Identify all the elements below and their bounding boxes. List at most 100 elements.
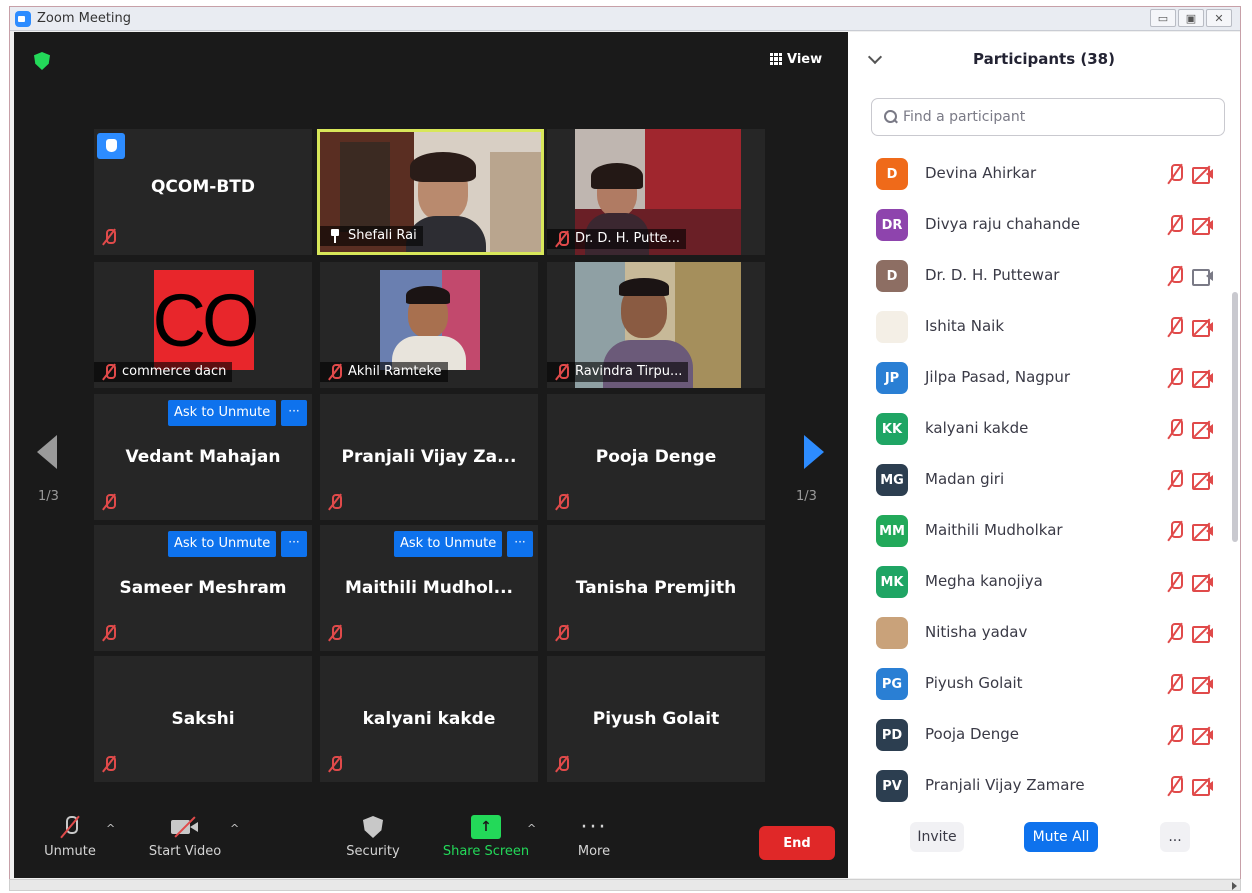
participant-row[interactable]: D Devina Ahirkar (848, 149, 1240, 200)
video-tile[interactable]: Pooja Denge (547, 394, 765, 520)
share-options-caret-icon[interactable]: ^ (527, 822, 536, 835)
security-button[interactable]: Security (344, 810, 402, 859)
video-tile[interactable]: Akhil Ramteke (320, 262, 538, 388)
meeting-toolbar: Unmute ^ Start Video ^ Security ↑ Share … (14, 800, 848, 878)
muted-mic-icon (1168, 521, 1183, 541)
tile-more-button[interactable]: ··· (507, 531, 533, 557)
participant-name: Shefali Rai (348, 228, 417, 243)
share-screen-icon: ↑ (471, 815, 501, 839)
tile-more-button[interactable]: ··· (281, 531, 307, 557)
muted-mic-icon (1168, 368, 1183, 388)
participant-name: Piyush Golait (925, 674, 1023, 692)
ask-to-unmute-button[interactable]: Ask to Unmute (168, 531, 277, 557)
participant-name: commerce dacn (122, 364, 227, 379)
share-screen-button[interactable]: ↑ Share Screen (438, 810, 534, 859)
muted-mic-icon (1168, 776, 1183, 796)
participant-row[interactable]: MK Megha kanojiya (848, 557, 1240, 608)
scroll-right-arrow-icon[interactable] (1232, 882, 1237, 890)
muted-mic-icon (1168, 215, 1183, 235)
muted-mic-icon (102, 494, 116, 510)
video-tile[interactable]: kalyani kakde (320, 656, 538, 782)
participant-row[interactable]: Ishita Naik (848, 302, 1240, 353)
participant-row[interactable]: KK kalyani kakde (848, 404, 1240, 455)
participant-name: Divya raju chahande (925, 215, 1081, 233)
participant-avatar: D (876, 158, 908, 190)
video-tile[interactable]: Dr. D. H. Putte... (547, 129, 765, 255)
previous-page-arrow-icon[interactable] (37, 435, 57, 469)
participant-row[interactable]: MM Maithili Mudholkar (848, 506, 1240, 557)
video-off-icon (1192, 624, 1214, 643)
video-tile[interactable]: Piyush Golait (547, 656, 765, 782)
next-page-arrow-icon[interactable] (804, 435, 824, 469)
more-label: More (577, 844, 611, 859)
close-icon[interactable]: ✕ (1206, 9, 1232, 27)
participant-name: Dr. D. H. Putte... (575, 231, 680, 246)
more-button[interactable]: ··· More (570, 810, 618, 860)
participant-row[interactable]: Nitisha yadav (848, 608, 1240, 659)
video-tile[interactable]: CO commerce dacn (94, 262, 312, 388)
participant-list-scrollbar[interactable] (1232, 292, 1238, 542)
video-tile[interactable]: Ask to Unmute ··· Vedant Mahajan (94, 394, 312, 520)
end-meeting-button[interactable]: End (759, 826, 835, 860)
muted-mic-icon (328, 756, 342, 772)
participants-more-button[interactable]: ... (1160, 822, 1190, 852)
muted-mic-icon (1168, 674, 1183, 694)
horizontal-scrollbar[interactable] (9, 879, 1241, 891)
invite-button[interactable]: Invite (910, 822, 964, 852)
ask-to-unmute-button[interactable]: Ask to Unmute (394, 531, 503, 557)
muted-mic-icon (1168, 725, 1183, 745)
video-off-icon (1192, 318, 1214, 337)
video-off-icon (1192, 777, 1214, 796)
encryption-shield-icon[interactable] (34, 52, 50, 70)
ask-to-unmute-button[interactable]: Ask to Unmute (168, 400, 277, 426)
participant-name: Tanisha Premjith (575, 578, 737, 598)
mute-all-button[interactable]: Mute All (1024, 822, 1098, 852)
video-off-icon (1192, 369, 1214, 388)
view-button[interactable]: View (770, 48, 832, 70)
participants-panel: Participants (38) Find a participant D De… (848, 32, 1240, 878)
unmute-button[interactable]: Unmute (40, 810, 100, 859)
participant-avatar-image: CO (153, 270, 260, 370)
participant-row[interactable]: JP Jilpa Pasad, Nagpur (848, 353, 1240, 404)
participant-row[interactable]: PD Pooja Denge (848, 710, 1240, 761)
minimize-icon[interactable]: ▭ (1150, 9, 1176, 27)
participant-row[interactable]: PV Pranjali Vijay Zamare (848, 761, 1240, 812)
participant-name: Ishita Naik (925, 317, 1005, 335)
video-tile[interactable]: Sakshi (94, 656, 312, 782)
participant-name: kalyani kakde (362, 709, 496, 729)
participant-avatar: PG (876, 668, 908, 700)
video-tile[interactable]: Ravindra Tirpu... (547, 262, 765, 388)
audio-options-caret-icon[interactable]: ^ (106, 822, 115, 835)
video-off-icon (1192, 420, 1214, 439)
video-tile[interactable]: Ask to Unmute ··· Sameer Meshram (94, 525, 312, 651)
maximize-icon[interactable]: ▣ (1178, 9, 1204, 27)
video-options-caret-icon[interactable]: ^ (230, 822, 239, 835)
participant-avatar: MM (876, 515, 908, 547)
video-tile[interactable]: Tanisha Premjith (547, 525, 765, 651)
video-off-icon (1192, 573, 1214, 592)
participant-avatar: KK (876, 413, 908, 445)
muted-mic-icon (555, 756, 569, 772)
participant-row[interactable]: D Dr. D. H. Puttewar (848, 251, 1240, 302)
muted-mic-icon (1168, 317, 1183, 337)
unmute-label: Unmute (44, 844, 96, 859)
participant-row[interactable]: DR Divya raju chahande (848, 200, 1240, 251)
participant-name: Sakshi (171, 709, 235, 729)
video-off-icon (1192, 471, 1214, 490)
participant-row[interactable]: PG Piyush Golait (848, 659, 1240, 710)
view-label: View (787, 51, 823, 67)
participant-row[interactable]: MG Madan giri (848, 455, 1240, 506)
muted-mic-icon (555, 494, 569, 510)
video-tile[interactable]: Ask to Unmute ··· Maithili Mudhol... (320, 525, 538, 651)
video-tile[interactable]: Pranjali Vijay Za... (320, 394, 538, 520)
video-tile-active-speaker[interactable]: Shefali Rai (317, 129, 544, 255)
tile-more-button[interactable]: ··· (281, 400, 307, 426)
participant-name-label: Akhil Ramteke (320, 362, 448, 382)
muted-mic-icon (102, 364, 116, 380)
start-video-button[interactable]: Start Video (144, 810, 226, 859)
muted-mic-icon (1168, 572, 1183, 592)
muted-mic-icon (1168, 470, 1183, 490)
participant-name: Jilpa Pasad, Nagpur (925, 368, 1070, 386)
video-tile[interactable]: QCOM-BTD (94, 129, 312, 255)
find-participant-input[interactable]: Find a participant (871, 98, 1225, 136)
